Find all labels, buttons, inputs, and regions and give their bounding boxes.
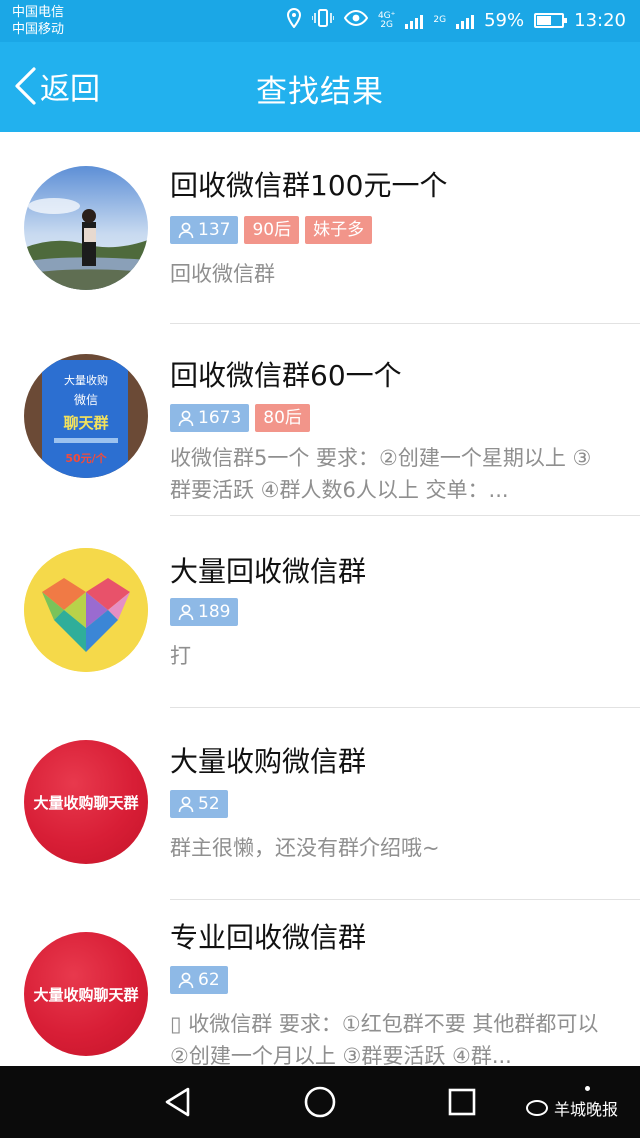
nav-bar: 返回 查找结果 [0,42,640,132]
group-tags: 189 [170,598,239,626]
member-count-badge: 137 [170,216,239,244]
group-name: 专业回收微信群 [170,921,367,954]
tag-badge: 妹子多 [305,216,373,244]
member-count: 52 [198,794,220,814]
member-count: 62 [198,970,220,990]
location-icon [286,7,302,33]
wechat-icon [525,1100,548,1116]
member-count: 189 [198,602,231,622]
page-title: 查找结果 [256,74,384,110]
carrier-2: 中国移动 [12,22,65,37]
group-tags: 52 [170,790,228,818]
group-name: 回收微信群60一个 [170,359,402,392]
tag-badge: 90后 [244,216,300,244]
member-count-badge: 62 [170,966,228,994]
battery-percent: 59% [484,10,525,31]
member-count-badge: 189 [170,598,239,626]
group-description: 群主很懒，还没有群介绍哦~ [170,836,440,860]
status-bar: 中国电信 中国移动 4G⁺ 2G 2G 59% 13:20 [0,0,640,42]
system-nav-bar: 羊城晚报 [0,1066,640,1138]
avatar-text: 大量收购聊天群 [33,985,139,1004]
group-name: 回收微信群100元一个 [170,169,448,202]
avatar-text: 大量收购聊天群 [33,793,139,812]
battery-fill [537,16,552,25]
group-tags: 1673 80后 [170,404,310,432]
list-item[interactable]: 大量收购聊天群 大量收购微信群 52 群主很懒，还没有群介绍哦~ [0,708,640,900]
battery-icon [534,13,568,28]
person-icon [178,222,194,238]
list-item[interactable]: 大量收购聊天群 专业回收微信群 62 ▯ 收微信群 要求：①红包群不要 其他群都… [0,900,640,1066]
status-icons: 4G⁺ 2G 2G 59% 13:20 [286,7,626,33]
watermark-text: 羊城晚报 [553,1100,618,1119]
carrier-1: 中国电信 [12,5,65,20]
home-circle-icon[interactable] [302,1084,338,1120]
list-item[interactable]: 大量收购 微信 聊天群 50元/个 回收微信群60一个 1673 80后 收微信… [0,324,640,516]
person-icon [178,796,194,812]
group-description: ▯ 收微信群 要求：①红包群不要 其他群都可以 ②创建一个月以上 ③群要活跃 ④… [170,1012,599,1066]
group-description: 收微信群5一个 要求：②创建一个星期以上 ③群要活跃 ④群人数6人以上 交单：.… [170,446,592,502]
signal-bars-2-icon [456,13,475,29]
heart-logo-icon [24,548,148,672]
list-item[interactable]: 大量回收微信群 189 打 [0,516,640,708]
group-description: 打 [170,644,191,668]
member-count: 1673 [198,408,242,428]
group-avatar: 大量收购聊天群 [24,932,148,1056]
avatar-text: 微信 [74,393,98,407]
back-triangle-icon[interactable] [160,1084,196,1120]
carrier-info: 中国电信 中国移动 [12,4,64,38]
person-icon [178,604,194,620]
member-count-badge: 52 [170,790,228,818]
group-avatar [24,166,148,290]
avatar-text: 聊天群 [63,414,108,432]
group-avatar [24,548,148,672]
clock: 13:20 [574,10,626,31]
group-tags: 62 [170,966,228,994]
group-avatar: 大量收购聊天群 [24,740,148,864]
member-count: 137 [198,220,231,240]
eye-comfort-icon [343,9,369,31]
group-tags: 137 90后 妹子多 [170,216,373,244]
group-description: 回收微信群 [170,262,275,286]
person-icon [178,972,194,988]
watermark: 羊城晚报 [525,1096,618,1120]
list-item[interactable]: 回收微信群100元一个 137 90后 妹子多 回收微信群 [0,132,640,324]
person-icon [178,410,194,426]
search-results-list: 回收微信群100元一个 137 90后 妹子多 回收微信群 大量收购 微信 聊天… [0,132,640,1066]
network-type-1: 4G⁺ 2G [377,10,396,30]
group-name: 大量回收微信群 [170,555,367,588]
network-type-2: 2G [433,15,447,25]
avatar-text: 50元/个 [65,451,107,465]
recents-square-icon[interactable] [444,1084,480,1120]
group-name: 大量收购微信群 [170,745,367,778]
signal-bars-1-icon [405,13,424,29]
menu-dot-icon [585,1086,590,1091]
avatar-text: 大量收购 [64,373,108,387]
group-avatar: 大量收购 微信 聊天群 50元/个 [24,354,148,478]
tag-badge: 80后 [255,404,310,432]
member-count-badge: 1673 [170,404,250,432]
vibrate-icon [311,9,335,32]
